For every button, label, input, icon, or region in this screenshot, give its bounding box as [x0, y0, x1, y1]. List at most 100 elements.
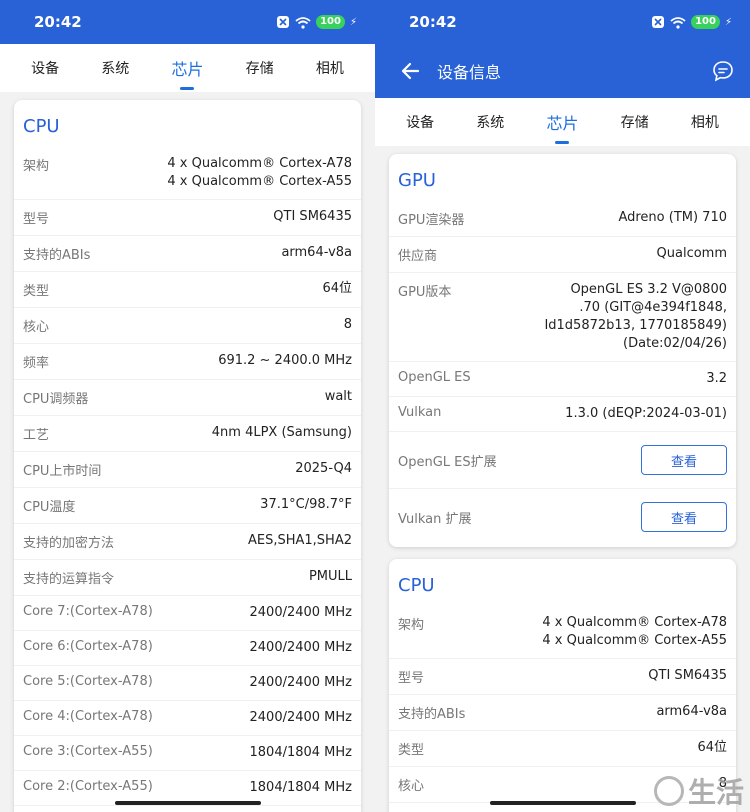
info-row-value: arm64-v8a — [281, 245, 352, 260]
tab-chip[interactable]: 芯片 — [163, 46, 211, 90]
arch-value-line-1: 4 x Qualcomm® Cortex-A78 — [542, 615, 727, 630]
info-row-value: QTI SM6435 — [648, 668, 727, 683]
opengl-es-value: 3.2 — [706, 371, 727, 386]
gpu-version-line-4: (Date:02/04/26) — [623, 336, 727, 351]
info-row-value: QTI SM6435 — [273, 209, 352, 224]
arch-value: 4 x Qualcomm® Cortex-A78 4 x Qualcomm® C… — [542, 614, 727, 650]
info-row-label: 支持的运算指令 — [23, 572, 115, 587]
vulkan-value: 1.3.0 (dEQP:2024-03-01) — [565, 406, 727, 421]
home-indicator[interactable] — [489, 801, 636, 805]
info-row-label: Core 4:(Cortex-A78) — [23, 709, 153, 724]
status-time: 20:42 — [34, 13, 82, 31]
cpu-card-title: CPU — [398, 575, 435, 596]
tab-device[interactable]: 设备 — [398, 102, 442, 142]
status-time: 20:42 — [409, 13, 457, 31]
tab-camera[interactable]: 相机 — [683, 102, 727, 142]
tab-storage[interactable]: 存储 — [613, 102, 657, 142]
gpu-version-line-3: Id1d5872b13, 1770185849) — [544, 318, 727, 333]
gpu-renderer-label: GPU渲染器 — [398, 213, 465, 228]
gpu-version-label: GPU版本 — [398, 285, 452, 300]
info-row-value: arm64-v8a — [656, 704, 727, 719]
gpu-vendor-value: Qualcomm — [656, 246, 727, 261]
info-row-label: 核心 — [23, 320, 50, 335]
cpu-card: CPU 架构 4 x Qualcomm® Cortex-A78 4 x Qual… — [14, 100, 361, 812]
info-row-label: 频率 — [23, 356, 50, 371]
wifi-icon — [295, 16, 311, 29]
info-row-label: CPU调频器 — [23, 392, 89, 407]
info-row-label: 类型 — [23, 284, 50, 299]
info-row-value: 64位 — [322, 281, 352, 296]
info-row-label: 支持的加密方法 — [23, 536, 115, 551]
info-row-value: 2400/2400 MHz — [249, 605, 353, 620]
arch-label: 架构 — [23, 159, 50, 174]
gpu-version-line-1: OpenGL ES 3.2 V@0800 — [570, 282, 727, 297]
opengl-es-ext-label: OpenGL ES扩展 — [398, 454, 497, 470]
info-row-value: 37.1°C/98.7°F — [260, 497, 352, 512]
arch-label: 架构 — [398, 618, 425, 633]
tab-device[interactable]: 设备 — [23, 48, 67, 88]
gpu-version-line-2: .70 (GIT@4e394f1848, — [579, 300, 727, 315]
info-row: Core 4:(Cortex-A78) 2400/2400 MHz — [14, 701, 361, 736]
mute-icon — [277, 16, 290, 28]
info-row-label: 支持的ABIs — [398, 707, 466, 722]
arch-row: 架构 4 x Qualcomm® Cortex-A78 4 x Qualcomm… — [389, 606, 736, 659]
charging-icon: ⚡ — [349, 16, 357, 28]
status-icons: 100 ⚡ — [276, 15, 357, 29]
info-row-label: 型号 — [398, 671, 425, 686]
gpu-card: GPU GPU渲染器 Adreno (TM) 710 供应商 Qualcomm … — [389, 154, 736, 547]
info-row: 支持的加密方法 AES,SHA1,SHA2 — [14, 524, 361, 560]
info-row-label: CPU上市时间 — [23, 464, 102, 479]
page-title: 设备信息 — [437, 63, 502, 82]
info-row-value: 2400/2400 MHz — [249, 640, 353, 655]
info-row-label: Core 6:(Cortex-A78) — [23, 639, 153, 654]
info-row-value: 2025-Q4 — [295, 461, 352, 476]
info-row: CPU温度 37.1°C/98.7°F — [14, 488, 361, 524]
info-row: 支持的运算指令 PMULL — [14, 560, 361, 596]
scroll-content[interactable]: CPU 架构 4 x Qualcomm® Cortex-A78 4 x Qual… — [0, 92, 375, 812]
info-row-label: Core 3:(Cortex-A55) — [23, 744, 153, 759]
battery-indicator: 100 — [316, 15, 345, 29]
arch-value-line-1: 4 x Qualcomm® Cortex-A78 — [167, 156, 352, 171]
watermark-logo-icon — [653, 776, 684, 806]
info-row-value: 8 — [343, 317, 352, 332]
arch-value-line-2: 4 x Qualcomm® Cortex-A55 — [542, 633, 727, 648]
info-row-value: 64位 — [697, 740, 727, 755]
info-row: 支持的ABIs arm64-v8a — [389, 695, 736, 731]
info-row-label: Core 5:(Cortex-A78) — [23, 674, 153, 689]
info-row: CPU上市时间 2025-Q4 — [14, 452, 361, 488]
info-row: Core 7:(Cortex-A78) 2400/2400 MHz — [14, 596, 361, 631]
gpu-renderer-value: Adreno (TM) 710 — [618, 210, 727, 225]
watermark: 生活 — [640, 770, 750, 812]
charging-icon: ⚡ — [724, 16, 732, 28]
info-row: 频率 691.2 ~ 2400.0 MHz — [14, 344, 361, 380]
info-row: Core 1:(Cortex-A55)1804/1804 MHz — [14, 806, 361, 812]
left-screen: 20:42 100 ⚡ 设备 系统 芯片 存储 相机 CPU 架构 4 x Qu… — [0, 0, 375, 812]
vulkan-ext-view-button[interactable]: 查看 — [641, 502, 727, 532]
arch-row: 架构 4 x Qualcomm® Cortex-A78 4 x Qualcomm… — [14, 147, 361, 200]
gpu-version-value: OpenGL ES 3.2 V@0800 .70 (GIT@4e394f1848… — [544, 281, 727, 353]
status-bar: 20:42 100 ⚡ — [0, 0, 375, 44]
info-row-label: 工艺 — [23, 428, 50, 443]
tab-bar: 设备 系统 芯片 存储 相机 — [0, 44, 375, 92]
opengl-es-row: OpenGL ES 3.2 — [389, 362, 736, 397]
mute-icon — [652, 16, 665, 28]
chat-bubble-icon[interactable] — [712, 60, 734, 82]
arch-value-line-2: 4 x Qualcomm® Cortex-A55 — [167, 174, 352, 189]
info-row: Core 3:(Cortex-A55) 1804/1804 MHz — [14, 736, 361, 771]
info-row: Core 5:(Cortex-A78) 2400/2400 MHz — [14, 666, 361, 701]
tab-storage[interactable]: 存储 — [238, 48, 282, 88]
tab-camera[interactable]: 相机 — [308, 48, 352, 88]
opengl-es-ext-view-button[interactable]: 查看 — [641, 445, 727, 475]
tab-system[interactable]: 系统 — [468, 102, 512, 142]
info-row-label: 核心 — [398, 779, 425, 794]
info-row-value: walt — [324, 389, 352, 404]
scroll-content[interactable]: GPU GPU渲染器 Adreno (TM) 710 供应商 Qualcomm … — [375, 146, 750, 812]
info-row-label: 支持的ABIs — [23, 248, 91, 263]
vulkan-row: Vulkan 1.3.0 (dEQP:2024-03-01) — [389, 397, 736, 432]
tab-system[interactable]: 系统 — [93, 48, 137, 88]
home-indicator[interactable] — [114, 801, 261, 805]
gpu-version-row: GPU版本 OpenGL ES 3.2 V@0800 .70 (GIT@4e39… — [389, 273, 736, 362]
tab-chip[interactable]: 芯片 — [538, 100, 586, 144]
arrow-left-icon[interactable] — [391, 60, 431, 82]
info-row: CPU调频器 walt — [14, 380, 361, 416]
